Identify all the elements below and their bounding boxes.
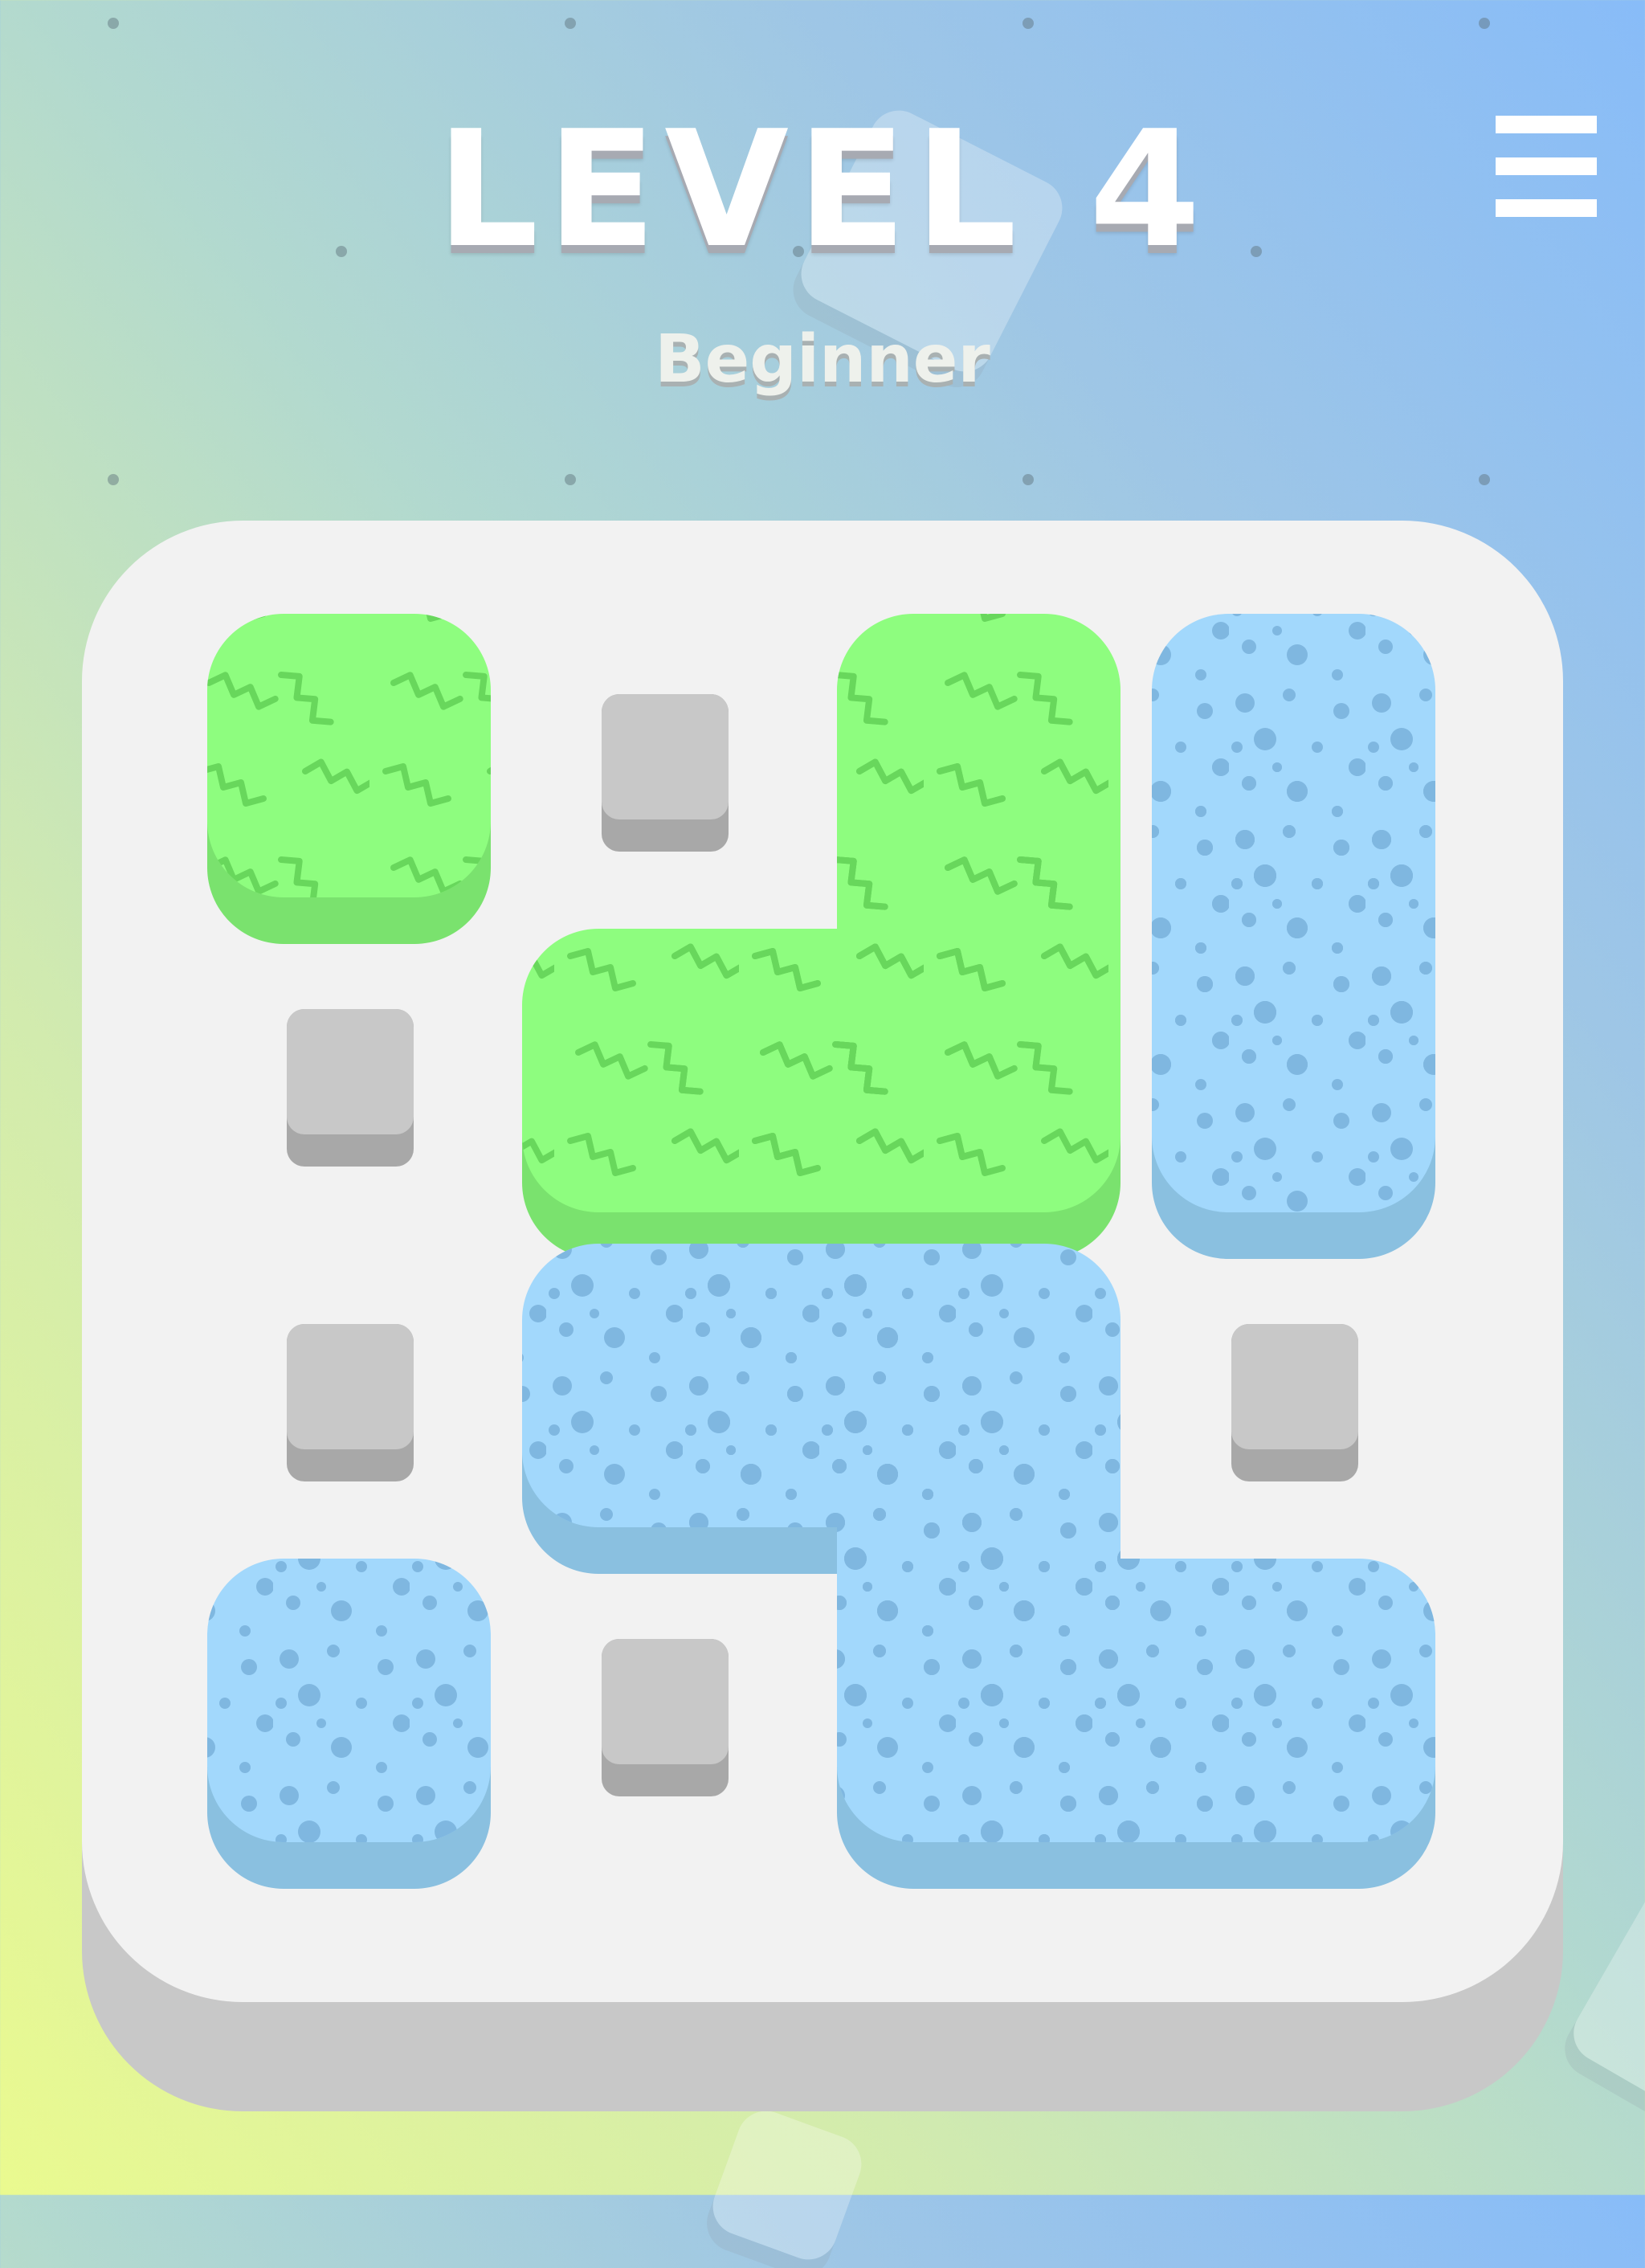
puzzle-pieces bbox=[207, 614, 1435, 1889]
blue-piece-3[interactable] bbox=[207, 1559, 491, 1889]
green-piece-2[interactable] bbox=[522, 614, 1120, 1259]
blue-piece-2[interactable] bbox=[522, 1244, 1435, 1889]
green-piece-1[interactable] bbox=[207, 614, 491, 944]
blue-piece-1[interactable] bbox=[1152, 614, 1435, 1259]
